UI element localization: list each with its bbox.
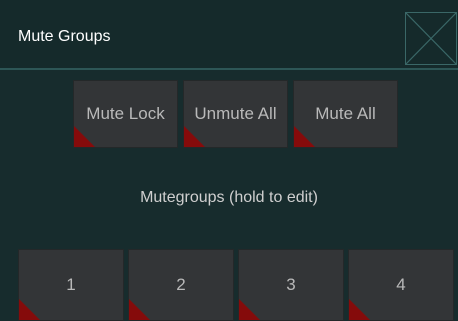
close-x-icon <box>406 13 456 64</box>
mutegroup-button-2[interactable]: 2 <box>128 249 234 321</box>
close-button[interactable] <box>405 12 457 65</box>
mute-lock-button[interactable]: Mute Lock <box>73 80 178 148</box>
mute-indicator <box>349 299 370 320</box>
title-bar: Mute Groups <box>0 0 458 70</box>
mutegroup-button-1[interactable]: 1 <box>18 249 124 321</box>
mutegroup-label: 3 <box>286 275 296 294</box>
mute-indicator <box>294 126 315 147</box>
mute-indicator <box>184 126 205 147</box>
unmute-all-label: Unmute All <box>194 104 277 123</box>
mute-indicator <box>129 299 150 320</box>
mute-lock-label: Mute Lock <box>86 104 165 123</box>
mutegroup-button-4[interactable]: 4 <box>348 249 454 321</box>
mutegroup-label: 4 <box>396 275 406 294</box>
window-title: Mute Groups <box>18 28 111 45</box>
mute-indicator <box>19 299 40 320</box>
mutegroup-label: 1 <box>66 275 76 294</box>
mute-groups-window: Mute Groups Mute Lock Unmute All Mute Al… <box>0 0 458 321</box>
mutegroup-label: 2 <box>176 275 186 294</box>
mute-all-label: Mute All <box>315 104 376 123</box>
mutegroup-button-3[interactable]: 3 <box>238 249 344 321</box>
mute-indicator <box>74 126 95 147</box>
mutegroups-heading: Mutegroups (hold to edit) <box>140 189 318 206</box>
mute-indicator <box>239 299 260 320</box>
unmute-all-button[interactable]: Unmute All <box>183 80 288 148</box>
mute-all-button[interactable]: Mute All <box>293 80 398 148</box>
